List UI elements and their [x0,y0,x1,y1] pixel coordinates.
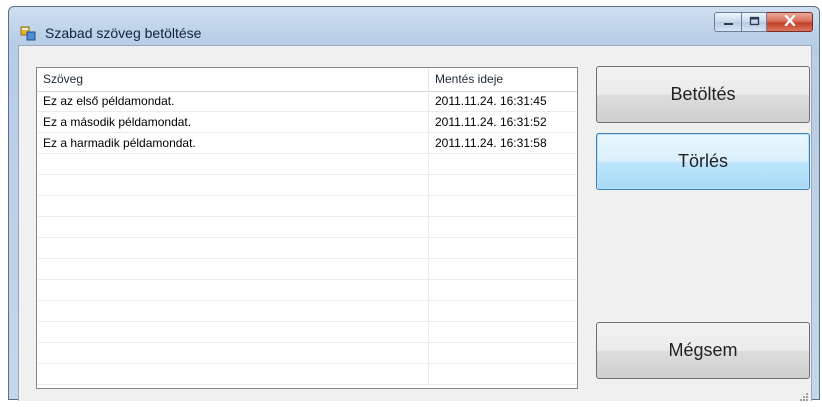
empty-row [37,238,577,259]
minimize-icon [723,13,734,31]
list-header: Szöveg Mentés ideje [37,68,577,92]
empty-row [37,154,577,175]
delete-button[interactable]: Törlés [596,133,810,190]
maximize-icon [749,13,760,31]
empty-row [37,259,577,280]
close-button[interactable] [767,12,813,32]
empty-row [37,175,577,196]
form-icon [20,26,36,42]
close-icon [784,13,796,31]
maximize-button[interactable] [741,12,767,32]
column-header-saved-time[interactable]: Mentés ideje [429,68,577,91]
row-text: Ez a harmadik példamondat. [37,133,429,153]
empty-row [37,280,577,301]
row-time: 2011.11.24. 16:31:52 [435,115,547,129]
client-area: Szöveg Mentés ideje Ez az első példamond… [18,45,812,401]
list-row[interactable]: Ez a második példamondat. 2011.11.24. 16… [37,112,577,133]
empty-row [37,322,577,343]
row-time: 2011.11.24. 16:31:45 [435,94,547,108]
row-time: 2011.11.24. 16:31:58 [435,136,547,150]
list-body: Ez az első példamondat. 2011.11.24. 16:3… [37,91,577,388]
list-row[interactable]: Ez az első példamondat. 2011.11.24. 16:3… [37,91,577,112]
cancel-button[interactable]: Mégsem [596,322,810,379]
row-text: Ez az első példamondat. [37,91,429,111]
empty-row [37,343,577,364]
empty-row [37,301,577,322]
window-title: Szabad szöveg betöltése [45,25,202,41]
empty-row [37,217,577,238]
empty-row [37,364,577,385]
app-window: Szabad szöveg betöltése Szöveg Mentés id… [8,6,820,401]
empty-row [37,196,577,217]
title-bar[interactable]: Szabad szöveg betöltése [9,7,819,45]
row-text: Ez a második példamondat. [37,112,429,132]
caption-buttons [714,12,813,32]
size-grip-icon[interactable] [799,389,809,401]
saved-texts-list[interactable]: Szöveg Mentés ideje Ez az első példamond… [36,67,578,389]
column-header-text[interactable]: Szöveg [37,68,429,91]
load-button[interactable]: Betöltés [596,66,810,123]
minimize-button[interactable] [714,12,741,32]
list-row[interactable]: Ez a harmadik példamondat. 2011.11.24. 1… [37,133,577,154]
